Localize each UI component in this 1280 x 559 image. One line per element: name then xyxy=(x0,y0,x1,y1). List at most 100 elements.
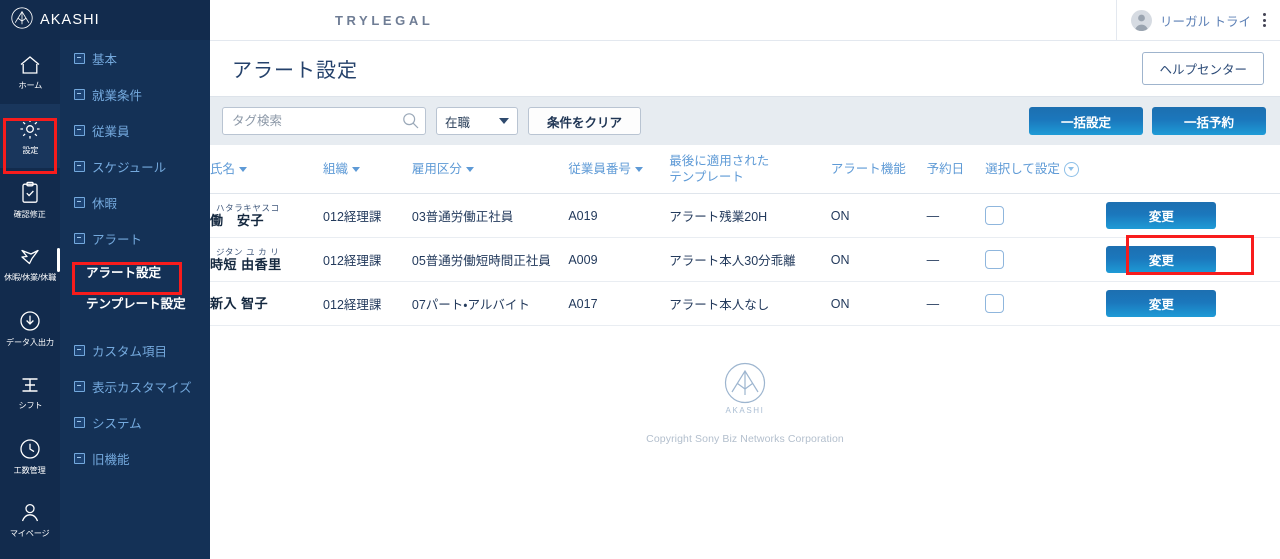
expand-box-icon xyxy=(74,344,85,356)
change-button[interactable]: 変更 xyxy=(1106,246,1217,273)
rail-label: 確認修正 xyxy=(14,208,46,219)
rail-item-shift[interactable]: シフト xyxy=(0,360,60,424)
user-name-label: リーガル トライ xyxy=(1160,14,1251,29)
cell-name: ハタラキヤスコ 働 安子 xyxy=(210,193,324,238)
cell-employment-type: 07パート・アルバイト xyxy=(411,281,569,326)
bulk-setting-button[interactable]: 一括設定 xyxy=(1029,107,1143,135)
table-row: ハタラキヤスコ 働 安子 012経理課 03普通労働正社員 A019 アラート残… xyxy=(210,193,1280,238)
employment-status-select[interactable]: 在職 xyxy=(436,107,518,135)
select-and-set-toggle[interactable]: 選択して設定 xyxy=(985,161,1079,177)
table-header-row: 氏名 組織 雇用区分 従業員番号 最後に適用された テンプレート アラート機能 … xyxy=(210,145,1280,194)
cell-org: 012経理課 xyxy=(323,281,412,326)
rail-item-settings[interactable]: 設定 xyxy=(0,104,60,168)
help-center-button[interactable]: ヘルプセンター xyxy=(1142,52,1264,85)
alert-settings-table: 氏名 組織 雇用区分 従業員番号 最後に適用された テンプレート アラート機能 … xyxy=(210,145,1280,326)
cell-name: ジタン ユ カ リ 時短 由香里 xyxy=(210,237,324,282)
nav-group-vacation[interactable]: 休暇 xyxy=(60,184,210,220)
expand-box-icon xyxy=(74,124,85,136)
akashi-logo-icon: AKASHI xyxy=(724,362,766,415)
nav-group-label: 旧機能 xyxy=(92,452,130,467)
bird-leave-icon xyxy=(18,246,42,268)
nav-group-label: スケジュール xyxy=(92,160,167,175)
nav-group-system[interactable]: システム xyxy=(60,404,210,440)
rail-label: ホーム xyxy=(18,79,42,90)
cell-action: 変更 xyxy=(1106,237,1280,282)
bulk-actions: 一括設定 一括予約 xyxy=(1029,107,1266,135)
cell-org: 012経理課 xyxy=(323,193,412,238)
cell-employee-no: A017 xyxy=(568,281,670,326)
bulk-reserve-button[interactable]: 一括予約 xyxy=(1152,107,1266,135)
clear-conditions-button[interactable]: 条件をクリア xyxy=(528,107,642,135)
tag-search-input[interactable] xyxy=(222,107,426,135)
nav-group-basic[interactable]: 基本 xyxy=(60,40,210,76)
rail-item-home[interactable]: ホーム xyxy=(0,40,60,104)
nav-item-template-settings[interactable]: テンプレート設定 xyxy=(60,287,210,318)
cell-action: 変更 xyxy=(1106,193,1280,238)
cell-employee-no: A009 xyxy=(568,237,670,282)
employee-name-kana: ハタラキヤスコ xyxy=(216,202,280,213)
expand-box-icon xyxy=(74,52,85,64)
col-employee-no-sort[interactable]: 従業員番号 xyxy=(568,161,643,177)
app-root: ホーム 設定 確認修正 休暇/休業/休職 データ入出力 シフト 工数管理 マイペ… xyxy=(0,0,1280,559)
rail-item-leave[interactable]: 休暇/休業/休職 xyxy=(0,232,60,296)
footer-logo-block: AKASHI Copyright Sony Biz Networks Corpo… xyxy=(210,326,1280,445)
clock-icon xyxy=(18,437,42,461)
col-last-template: 最後に適用された テンプレート xyxy=(669,145,831,194)
nav-sub-label: アラート設定 xyxy=(86,266,162,280)
col-name: 氏名 xyxy=(210,145,324,194)
akashi-logo-word: AKASHI xyxy=(725,406,765,415)
rail-item-mypage[interactable]: マイページ xyxy=(0,488,60,552)
nav-group-display-customize[interactable]: 表示カスタマイズ xyxy=(60,368,210,404)
expand-box-icon xyxy=(74,452,85,464)
row-checkbox[interactable] xyxy=(985,206,1005,225)
cell-alert-function: ON xyxy=(830,237,927,282)
col-label: 選択して設定 xyxy=(985,162,1060,176)
rail-label: データ入出力 xyxy=(6,336,54,347)
change-button[interactable]: 変更 xyxy=(1106,202,1217,229)
nav-group-custom-fields[interactable]: カスタム項目 xyxy=(60,332,210,368)
akashi-mark-icon xyxy=(11,6,33,34)
employee-name-kanji: 働 安子 xyxy=(210,212,265,228)
col-label: 氏名 xyxy=(210,162,236,176)
cell-name: 新入 智子 xyxy=(210,281,324,326)
row-checkbox[interactable] xyxy=(985,250,1005,269)
sort-caret-icon xyxy=(239,166,248,172)
nav-group-alert[interactable]: アラート xyxy=(60,220,210,256)
sort-caret-icon xyxy=(352,166,361,172)
cell-employment-type: 03普通労働正社員 xyxy=(411,193,569,238)
user-menu[interactable]: リーガル トライ xyxy=(1116,0,1280,40)
employee-name-kana: ジタン ユ カ リ xyxy=(216,246,280,257)
nav-group-label: 表示カスタマイズ xyxy=(92,380,192,395)
rail-item-confirm-correct[interactable]: 確認修正 xyxy=(0,168,60,232)
col-label-line2: テンプレート xyxy=(669,170,744,184)
col-label: 従業員番号 xyxy=(568,162,631,176)
col-name-sort[interactable]: 氏名 xyxy=(210,161,248,177)
change-button[interactable]: 変更 xyxy=(1106,290,1217,317)
cell-reserved-date: — xyxy=(926,237,986,282)
col-label: 予約日 xyxy=(926,162,965,176)
page-title: アラート設定 xyxy=(232,60,358,82)
nav-item-alert-settings[interactable]: アラート設定 xyxy=(60,256,210,287)
col-label: 組織 xyxy=(323,162,349,176)
rail-label: 休暇/休業/休職 xyxy=(4,271,56,282)
cell-select xyxy=(985,281,1107,326)
nav-group-legacy[interactable]: 旧機能 xyxy=(60,440,210,476)
table-row: ジタン ユ カ リ 時短 由香里 012経理課 05普通労働短時間正社員 A00… xyxy=(210,237,1280,282)
nav-group-employee[interactable]: 従業員 xyxy=(60,112,210,148)
employee-name-kanji: 新入 智子 xyxy=(210,295,269,311)
col-org: 組織 xyxy=(323,145,412,194)
col-employment-type-sort[interactable]: 雇用区分 xyxy=(412,161,474,177)
rail-item-man-hours[interactable]: 工数管理 xyxy=(0,424,60,488)
nav-group-schedule[interactable]: スケジュール xyxy=(60,148,210,184)
sort-caret-icon xyxy=(465,166,474,172)
nav-group-work-conditions[interactable]: 就業条件 xyxy=(60,76,210,112)
user-avatar-icon xyxy=(1131,9,1153,31)
cell-alert-function: ON xyxy=(830,193,927,238)
main-area: TRYLEGAL リーガル トライ アラート設定 ヘルプセンター タグ検索 在職… xyxy=(210,0,1280,559)
akashi-brand-text: AKASHI xyxy=(40,12,100,28)
row-checkbox[interactable] xyxy=(985,294,1005,313)
col-org-sort[interactable]: 組織 xyxy=(323,161,361,177)
rail-item-data-io[interactable]: データ入出力 xyxy=(0,296,60,360)
kebab-menu-icon[interactable] xyxy=(1259,10,1270,30)
akashi-brand-header[interactable]: AKASHI xyxy=(0,0,210,40)
